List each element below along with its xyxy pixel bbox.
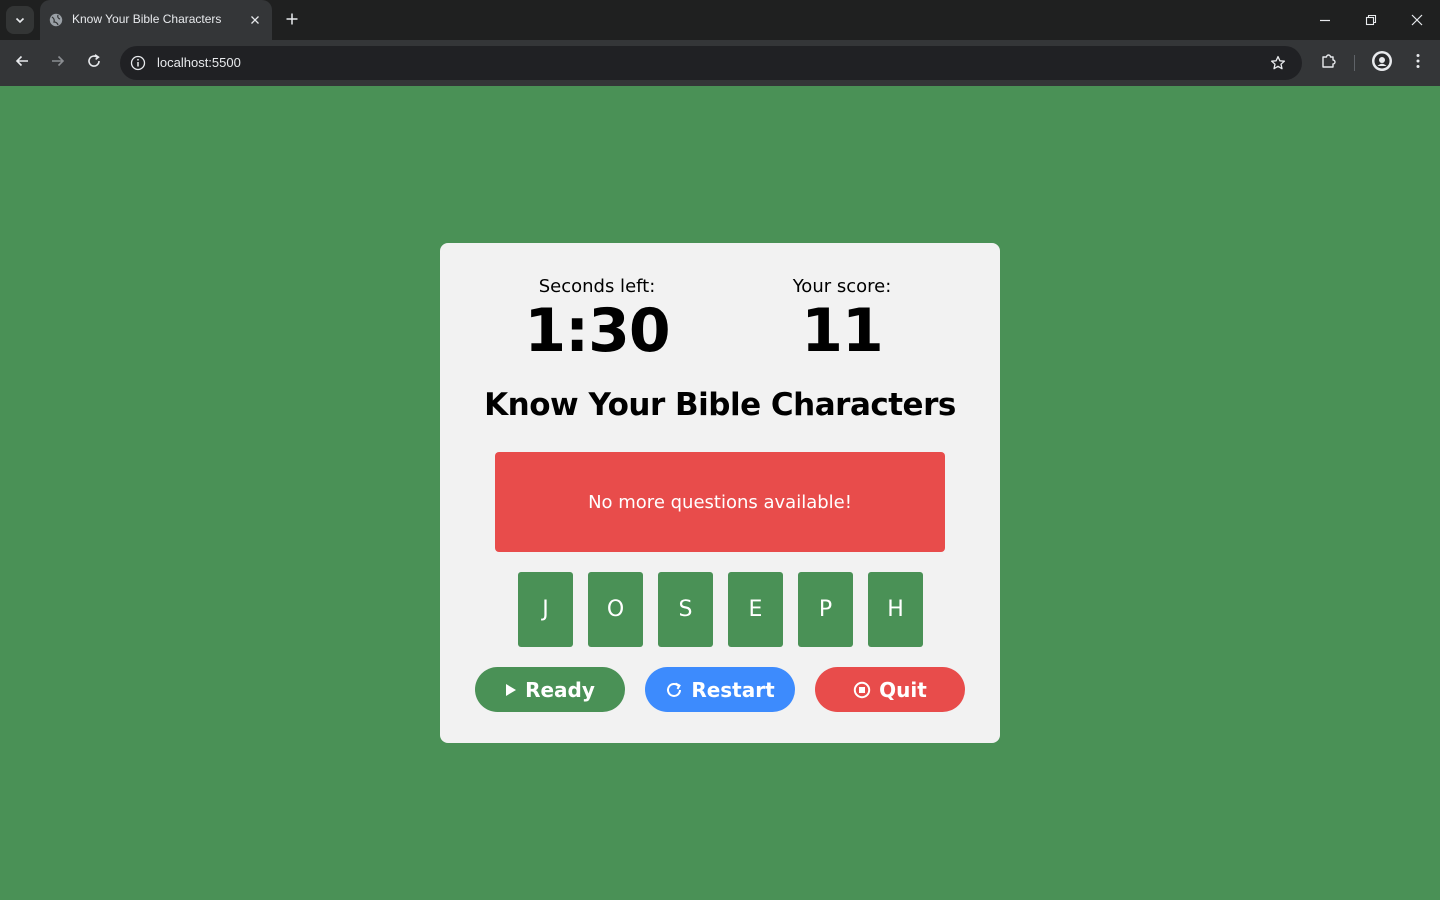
restart-icon (665, 681, 683, 699)
letter-tiles: J O S E P H (518, 572, 923, 647)
letter-tile[interactable]: S (658, 572, 713, 647)
toolbar-divider (1354, 55, 1355, 71)
letter-tile[interactable]: P (798, 572, 853, 647)
restart-button-label: Restart (691, 677, 775, 702)
globe-icon (49, 13, 63, 27)
quit-button-label: Quit (879, 677, 927, 702)
forward-button[interactable] (44, 49, 72, 77)
tab-title: Know Your Bible Characters (72, 12, 222, 26)
game-card: Seconds left: 1:30 Your score: 11 Know Y… (440, 243, 1000, 743)
game-title: Know Your Bible Characters (484, 387, 956, 423)
ready-button[interactable]: Ready (475, 667, 625, 712)
browser-tab-active[interactable]: Know Your Bible Characters (40, 0, 272, 40)
question-message: No more questions available! (588, 491, 852, 513)
timer-value: 1:30 (524, 296, 670, 366)
ready-button-label: Ready (525, 677, 595, 702)
close-window-button[interactable] (1394, 0, 1440, 40)
profile-button[interactable] (1368, 49, 1396, 77)
stop-circle-icon (853, 681, 871, 699)
restore-window-button[interactable] (1348, 0, 1394, 40)
arrow-left-icon (14, 53, 30, 73)
extensions-button[interactable] (1315, 49, 1343, 77)
minimize-window-button[interactable] (1302, 0, 1348, 40)
close-icon (1411, 11, 1423, 30)
reload-icon (86, 53, 102, 73)
page-viewport: Seconds left: 1:30 Your score: 11 Know Y… (0, 86, 1440, 900)
kebab-menu-icon (1416, 53, 1420, 73)
restart-button[interactable]: Restart (645, 667, 795, 712)
browser-tab-strip: Know Your Bible Characters (0, 0, 1440, 40)
info-icon[interactable] (126, 51, 150, 75)
letter-tile[interactable]: O (588, 572, 643, 647)
question-message-box: No more questions available! (495, 452, 945, 552)
quit-button[interactable]: Quit (815, 667, 965, 712)
minimize-icon (1319, 11, 1331, 30)
score-panel: Your score: 11 (742, 275, 942, 363)
letter-tile[interactable]: H (868, 572, 923, 647)
url-text[interactable]: localhost:5500 (157, 55, 241, 70)
tab-search-button[interactable] (6, 6, 34, 34)
restore-icon (1365, 11, 1377, 30)
score-value: 11 (801, 296, 884, 366)
play-icon (505, 683, 517, 697)
reload-button[interactable] (80, 49, 108, 77)
profile-icon (1371, 50, 1393, 76)
letter-tile[interactable]: E (728, 572, 783, 647)
back-button[interactable] (8, 49, 36, 77)
browser-menu-button[interactable] (1404, 49, 1432, 77)
letter-tile[interactable]: J (518, 572, 573, 647)
chevron-down-icon (14, 11, 26, 30)
timer-panel: Seconds left: 1:30 (497, 275, 697, 363)
arrow-right-icon (50, 53, 66, 73)
address-bar[interactable]: localhost:5500 (120, 46, 1302, 80)
close-icon[interactable] (246, 11, 264, 29)
browser-toolbar: localhost:5500 (0, 40, 1440, 86)
star-icon[interactable] (1266, 51, 1290, 75)
new-tab-button[interactable] (280, 8, 304, 32)
puzzle-icon (1320, 52, 1338, 74)
plus-icon (285, 11, 299, 30)
